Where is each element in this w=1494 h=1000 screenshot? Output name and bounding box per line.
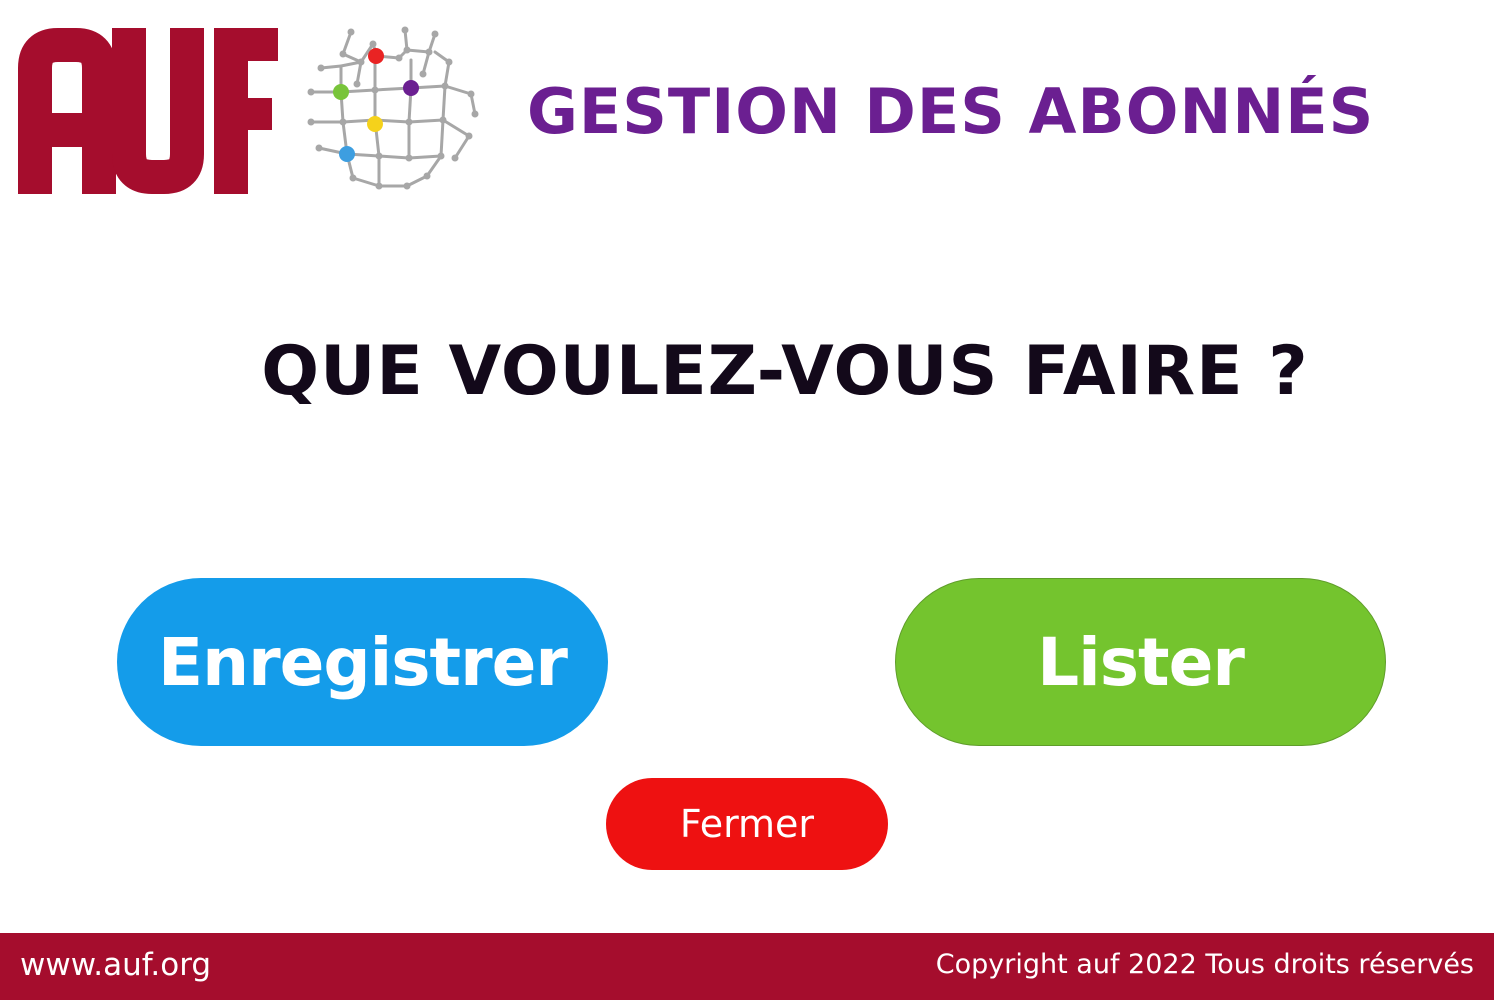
register-button-label: Enregistrer: [158, 623, 568, 701]
register-button[interactable]: Enregistrer: [117, 578, 608, 746]
app-title: GESTION DES ABONNÉS: [527, 75, 1375, 148]
network-globe-icon: [307, 26, 479, 190]
close-button-label: Fermer: [679, 802, 815, 846]
footer: www.auf.org Copyright auf 2022 Tous droi…: [0, 933, 1494, 1000]
auf-logo: [18, 28, 278, 194]
footer-website: www.auf.org: [20, 947, 212, 983]
app-window: GESTION DES ABONNÉS QUE VOULEZ-VOUS FAIR…: [0, 0, 1494, 1000]
list-button[interactable]: Lister: [895, 578, 1386, 746]
close-button[interactable]: Fermer: [606, 778, 888, 870]
footer-copyright: Copyright auf 2022 Tous droits réservés: [935, 949, 1474, 980]
prompt-heading: QUE VOULEZ-VOUS FAIRE ?: [261, 332, 1309, 411]
list-button-label: Lister: [1037, 623, 1245, 701]
